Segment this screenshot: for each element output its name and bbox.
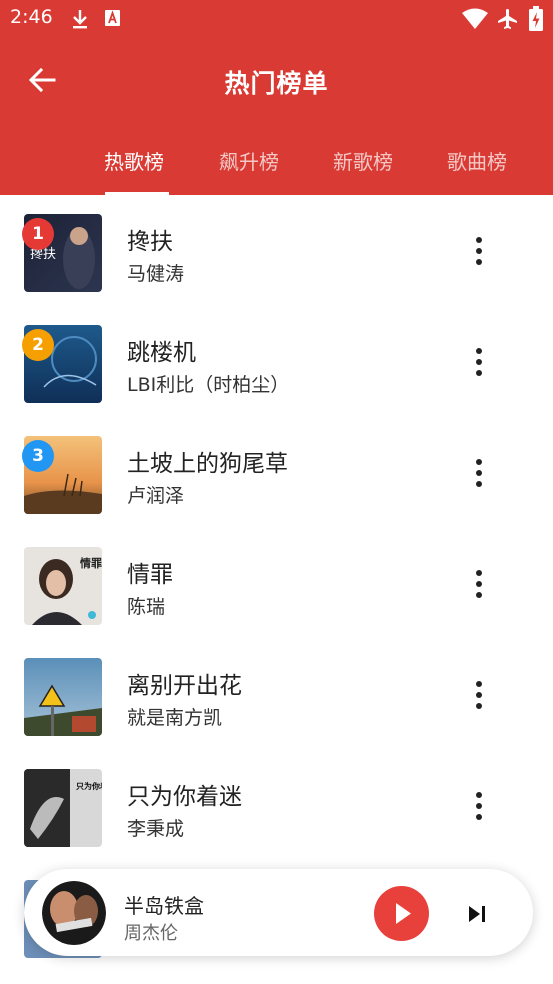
app-bar: 热门榜单: [0, 48, 553, 114]
rank-badge: 2: [22, 329, 54, 361]
rank-badge: 1: [22, 218, 54, 250]
song-artist: 李秉成: [127, 818, 185, 840]
now-playing-artist: 周杰伦: [124, 923, 178, 944]
song-row[interactable]: 情罪 情罪 陈瑞: [0, 528, 553, 638]
song-title: 跳楼机: [127, 340, 196, 366]
more-options-icon[interactable]: [466, 677, 492, 713]
page-title: 热门榜单: [224, 69, 329, 98]
skip-next-icon[interactable]: [465, 902, 489, 926]
more-options-icon[interactable]: [466, 455, 492, 491]
song-title: 土坡上的狗尾草: [127, 451, 288, 477]
play-icon: [396, 903, 411, 924]
airplane-mode-icon: [498, 9, 517, 29]
mini-player[interactable]: 半岛铁盒 周杰伦: [24, 869, 533, 956]
song-artist: 马健涛: [127, 263, 185, 285]
app-notification-icon: [105, 10, 120, 26]
wifi-icon: [462, 8, 488, 29]
song-title: 离别开出花: [127, 673, 242, 699]
song-title: 情罪: [127, 562, 173, 588]
tab-song-chart[interactable]: 歌曲榜: [447, 146, 507, 175]
song-row[interactable]: 2 跳楼机 LBI利比（时柏尘）: [0, 306, 553, 416]
song-row[interactable]: 3 土坡上的狗尾草 卢润泽: [0, 417, 553, 527]
tab-new-songs[interactable]: 新歌榜: [333, 146, 393, 175]
more-options-icon[interactable]: [466, 233, 492, 269]
album-cover: 只为你着迷: [24, 769, 102, 847]
status-bar: 2:46: [0, 0, 553, 40]
album-cover: [24, 658, 102, 736]
song-title: 只为你着迷: [127, 784, 242, 810]
now-playing-cover[interactable]: [42, 881, 106, 945]
album-cover: 情罪: [24, 547, 102, 625]
song-artist: LBI利比（时柏尘）: [127, 374, 290, 396]
tab-hot-songs[interactable]: 热歌榜: [104, 146, 164, 175]
tab-rising[interactable]: 飙升榜: [219, 146, 279, 175]
tab-bar: 热歌榜 飙升榜 新歌榜 歌曲榜: [0, 140, 553, 195]
song-row[interactable]: 离别开出花 就是南方凯: [0, 639, 553, 749]
song-artist: 就是南方凯: [127, 707, 223, 729]
download-icon: [73, 10, 87, 29]
song-row[interactable]: 只为你着迷 只为你着迷 李秉成: [0, 750, 553, 860]
song-row[interactable]: 搀扶 1 搀扶 马健涛: [0, 195, 553, 305]
more-options-icon[interactable]: [466, 566, 492, 602]
song-artist: 陈瑞: [127, 596, 166, 618]
rank-badge: 3: [22, 440, 54, 472]
now-playing-title: 半岛铁盒: [124, 894, 204, 918]
header: 2:46 热门榜单 热歌榜 飙升榜 新歌榜 歌曲榜: [0, 0, 553, 195]
battery-charging-icon: [529, 6, 543, 31]
status-time: 2:46: [10, 6, 53, 28]
song-title: 搀扶: [127, 229, 173, 255]
play-button[interactable]: [374, 886, 429, 941]
cover-text: 情罪: [80, 556, 102, 570]
more-options-icon[interactable]: [466, 344, 492, 380]
song-artist: 卢润泽: [127, 485, 185, 507]
cover-text: 只为你着迷: [76, 781, 102, 791]
more-options-icon[interactable]: [466, 788, 492, 824]
